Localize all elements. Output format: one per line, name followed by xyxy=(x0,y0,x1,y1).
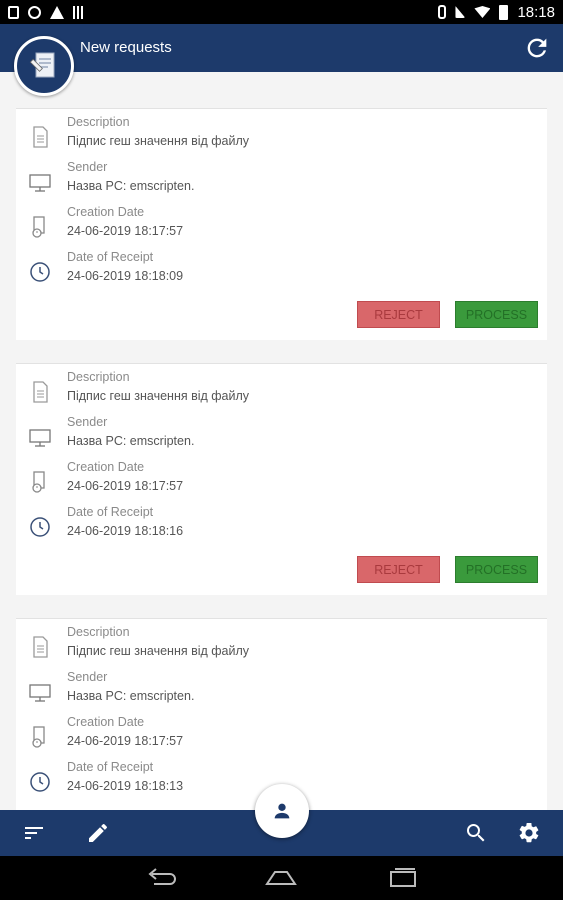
computer-icon xyxy=(29,174,51,192)
process-button[interactable]: PROCESS xyxy=(455,556,538,583)
receipt-date-field: Date of Receipt 24-06-2019 18:18:09 xyxy=(16,250,547,295)
user-fab-button[interactable] xyxy=(255,784,309,838)
description-field: Description Підпис геш значення від файл… xyxy=(16,625,547,670)
warning-icon xyxy=(50,5,64,19)
receipt-date-field: Date of Receipt 24-06-2019 18:18:16 xyxy=(16,505,547,550)
document-sign-icon xyxy=(29,52,55,78)
bluetooth-icon xyxy=(438,5,447,19)
request-card: Description Підпис геш значення від файл… xyxy=(16,618,547,810)
home-icon[interactable] xyxy=(263,866,299,890)
edit-icon[interactable] xyxy=(86,821,110,845)
description-label: Description xyxy=(67,625,130,639)
receipt-date-value: 24-06-2019 18:18:13 xyxy=(67,779,184,793)
barcode-icon xyxy=(73,5,85,19)
description-value: Підпис геш значення від файлу xyxy=(67,134,250,148)
creation-date-value: 24-06-2019 18:17:57 xyxy=(67,224,184,238)
app-logo xyxy=(14,36,74,96)
clock-icon xyxy=(30,262,50,282)
sender-value: Назва PC: emscripten. xyxy=(67,179,195,193)
app-notification-icon xyxy=(28,5,41,19)
creation-date-field: Creation Date 24-06-2019 18:17:57 xyxy=(16,715,547,760)
sender-label: Sender xyxy=(67,670,108,684)
computer-icon xyxy=(29,684,51,702)
user-icon xyxy=(274,803,290,819)
sender-value: Назва PC: emscripten. xyxy=(67,434,195,448)
creation-date-field: Creation Date 24-06-2019 18:17:57 xyxy=(16,460,547,505)
receipt-date-label: Date of Receipt xyxy=(67,250,154,264)
receipt-date-value: 24-06-2019 18:18:16 xyxy=(67,524,184,538)
sender-field: Sender Назва PC: emscripten. xyxy=(16,415,547,460)
sort-icon[interactable] xyxy=(22,821,46,845)
receipt-date-value: 24-06-2019 18:18:09 xyxy=(67,269,184,283)
app-header: New requests xyxy=(0,24,563,72)
sender-field: Sender Назва PC: emscripten. xyxy=(16,160,547,205)
settings-icon[interactable] xyxy=(517,821,541,845)
document-icon xyxy=(33,636,48,658)
requests-list[interactable]: Description Підпис геш значення від файл… xyxy=(0,72,563,810)
no-signal-icon xyxy=(455,6,466,18)
description-label: Description xyxy=(67,115,130,129)
computer-icon xyxy=(29,429,51,447)
system-nav-bar xyxy=(0,856,563,900)
refresh-icon[interactable] xyxy=(523,34,551,62)
status-time: 18:18 xyxy=(517,3,555,21)
sender-value: Назва PC: emscripten. xyxy=(67,689,195,703)
calendar-clock-icon xyxy=(32,726,45,748)
status-bar: 18:18 xyxy=(0,0,563,24)
creation-date-field: Creation Date 24-06-2019 18:17:57 xyxy=(16,205,547,250)
creation-date-value: 24-06-2019 18:17:57 xyxy=(67,734,184,748)
recents-icon[interactable] xyxy=(385,866,421,890)
sender-label: Sender xyxy=(67,160,108,174)
wifi-icon xyxy=(474,6,491,18)
description-label: Description xyxy=(67,370,130,384)
request-card: Description Підпис геш значення від файл… xyxy=(16,108,547,340)
back-icon[interactable] xyxy=(144,866,180,890)
clock-icon xyxy=(30,772,50,792)
reject-button[interactable]: REJECT xyxy=(357,301,440,328)
receipt-date-label: Date of Receipt xyxy=(67,760,154,774)
reject-button[interactable]: REJECT xyxy=(357,556,440,583)
sender-field: Sender Назва PC: emscripten. xyxy=(16,670,547,715)
search-icon[interactable] xyxy=(464,821,488,845)
description-field: Description Підпис геш значення від файл… xyxy=(16,115,547,160)
creation-date-label: Creation Date xyxy=(67,715,145,729)
description-value: Підпис геш значення від файлу xyxy=(67,389,250,403)
document-icon xyxy=(33,126,48,148)
creation-date-value: 24-06-2019 18:17:57 xyxy=(67,479,184,493)
receipt-date-label: Date of Receipt xyxy=(67,505,154,519)
clock-icon xyxy=(30,517,50,537)
document-icon xyxy=(33,381,48,403)
battery-icon xyxy=(499,4,509,20)
request-card: Description Підпис геш значення від файл… xyxy=(16,363,547,595)
sender-label: Sender xyxy=(67,415,108,429)
description-value: Підпис геш значення від файлу xyxy=(67,644,250,658)
creation-date-label: Creation Date xyxy=(67,460,145,474)
description-field: Description Підпис геш значення від файл… xyxy=(16,370,547,415)
page-title: New requests xyxy=(80,39,172,56)
process-button[interactable]: PROCESS xyxy=(455,301,538,328)
notification-icon xyxy=(8,5,19,19)
creation-date-label: Creation Date xyxy=(67,205,145,219)
calendar-clock-icon xyxy=(32,471,45,493)
calendar-clock-icon xyxy=(32,216,45,238)
